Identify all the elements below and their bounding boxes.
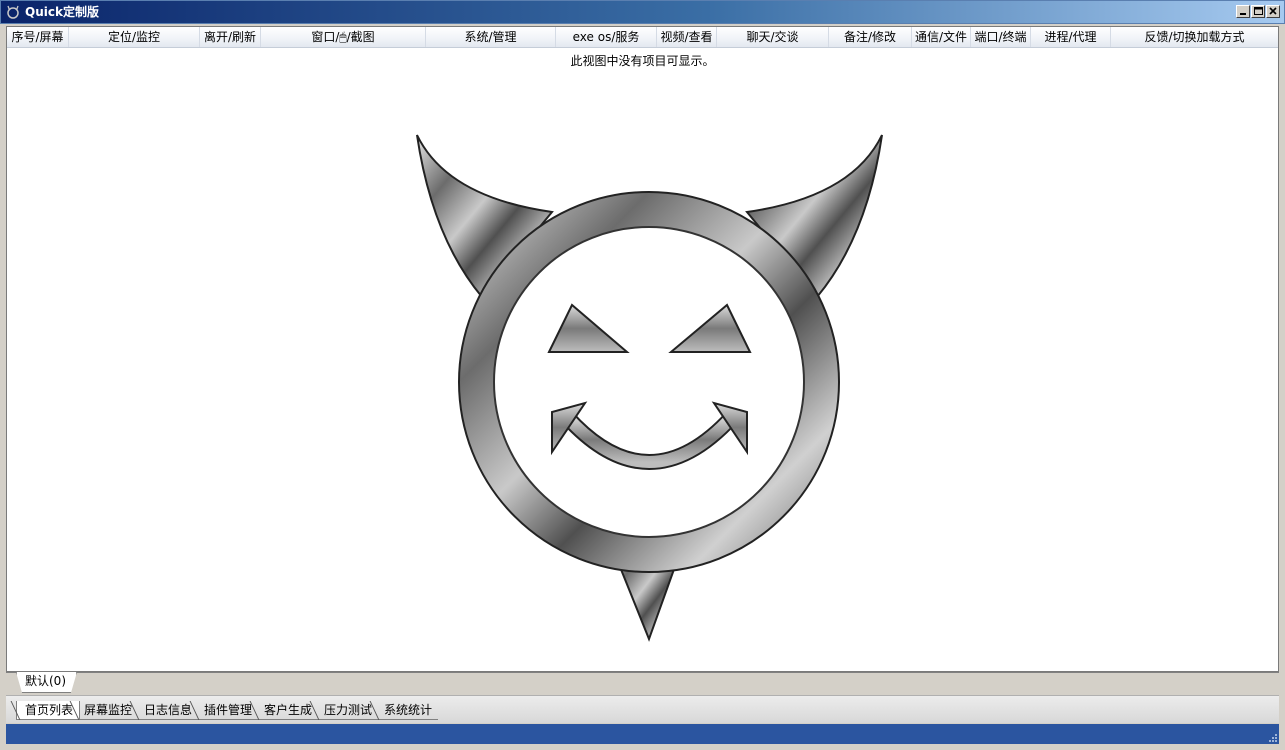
- window-title: Quick定制版: [25, 5, 99, 19]
- devil-face-icon: [7, 5, 19, 19]
- column-header-note[interactable]: 备注/修改: [829, 27, 912, 47]
- column-header-service[interactable]: exe os/服务: [556, 27, 657, 47]
- devil-mascot-logo: [416, 134, 883, 642]
- client-list-view[interactable]: 序号/屏幕 定位/监控 离开/刷新 窗口/🖱/截图 系统/管理 exe os/服…: [6, 26, 1279, 672]
- group-tab-strip: 默认(0): [6, 672, 1279, 695]
- resize-grip-icon[interactable]: [1267, 732, 1277, 742]
- tab-screen-monitor[interactable]: 屏幕监控: [76, 701, 139, 720]
- group-tab-default[interactable]: 默认(0): [16, 672, 77, 693]
- status-bar: [6, 724, 1279, 744]
- close-icon: [1269, 7, 1277, 15]
- column-header-chat[interactable]: 聊天/交谈: [717, 27, 829, 47]
- column-header-index[interactable]: 序号/屏幕: [7, 27, 69, 47]
- title-bar[interactable]: Quick定制版: [0, 0, 1285, 24]
- column-header-video[interactable]: 视频/查看: [657, 27, 717, 47]
- tab-client-build[interactable]: 客户生成: [256, 701, 319, 720]
- maximize-button[interactable]: [1251, 5, 1265, 18]
- minimize-button[interactable]: [1236, 5, 1250, 18]
- tab-stress-test[interactable]: 压力测试: [316, 701, 379, 720]
- minimize-icon: [1240, 13, 1246, 15]
- column-header-system[interactable]: 系统/管理: [426, 27, 556, 47]
- column-header-away[interactable]: 离开/刷新: [200, 27, 261, 47]
- list-header: 序号/屏幕 定位/监控 离开/刷新 窗口/🖱/截图 系统/管理 exe os/服…: [7, 27, 1278, 48]
- maximize-icon: [1254, 7, 1263, 15]
- tab-plugin-manager[interactable]: 插件管理: [196, 701, 259, 720]
- tab-log-info[interactable]: 日志信息: [136, 701, 199, 720]
- column-header-location[interactable]: 定位/监控: [69, 27, 200, 47]
- column-header-window[interactable]: 窗口/🖱/截图: [261, 27, 426, 47]
- tab-system-stats[interactable]: 系统统计: [376, 701, 439, 720]
- empty-list-message: 此视图中没有项目可显示。: [570, 54, 715, 68]
- column-header-process[interactable]: 进程/代理: [1031, 27, 1111, 47]
- column-header-feedback[interactable]: 反馈/切换加载方式: [1111, 27, 1278, 47]
- column-header-file[interactable]: 通信/文件: [912, 27, 971, 47]
- column-header-port[interactable]: 端口/终端: [971, 27, 1031, 47]
- close-button[interactable]: [1266, 5, 1280, 18]
- bottom-tab-bar: 首页列表 屏幕监控 日志信息 插件管理 客户生成 压力测试 系统统计: [6, 695, 1279, 723]
